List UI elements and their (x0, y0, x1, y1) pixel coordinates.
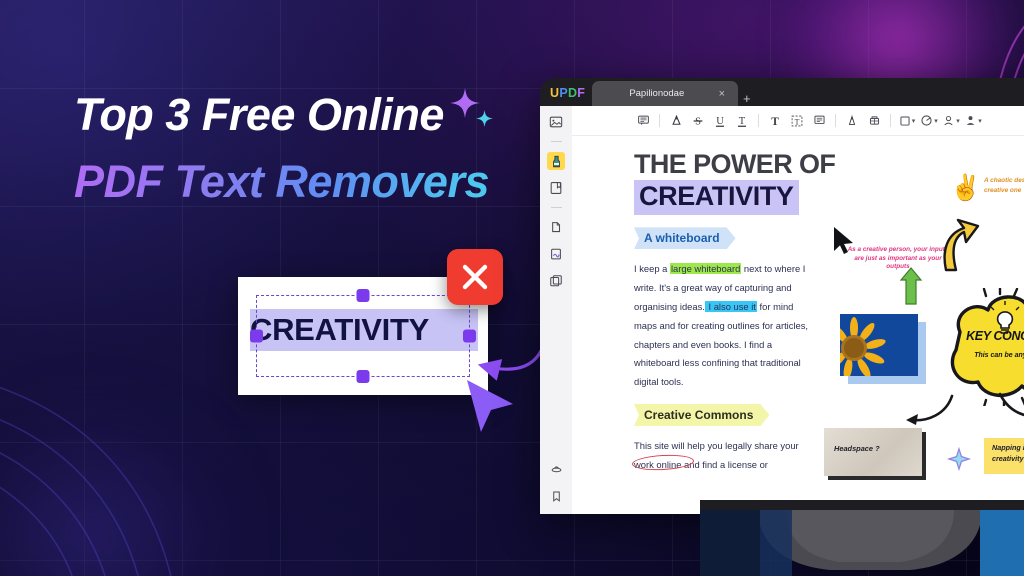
green-arrow-icon (899, 267, 923, 305)
key-concept-label: KEY CONCEPT (966, 329, 1024, 343)
svg-text:S: S (695, 116, 701, 127)
svg-text:T: T (771, 115, 779, 127)
monitor-screen: UPDF Papilionodae × + S U T T T ▾ ▾ ▾ ▾ … (540, 78, 1024, 514)
toolbar-divider-3 (835, 114, 836, 127)
highlighter-icon[interactable] (665, 110, 687, 132)
paragraph-highlight-blue: I also use it (704, 300, 757, 312)
text-callout-icon[interactable] (808, 110, 830, 132)
updf-logo-letter: D (567, 86, 578, 100)
document-paragraph-1: I keep a large whiteboard next to where … (634, 260, 810, 392)
headline-line-2: PDF Text Removers (74, 159, 544, 204)
toolbar-divider-4 (890, 114, 891, 127)
app-titlebar: UPDF Papilionodae × + (540, 78, 1024, 106)
document-title-highlight: CREATIVITY (634, 180, 799, 216)
chevron-down-icon-4[interactable]: ▾ (978, 117, 982, 125)
text-field-icon[interactable]: T (786, 110, 808, 132)
annotation-panel-icon[interactable] (547, 152, 565, 170)
selection-handle-left[interactable] (250, 329, 263, 343)
bookmark-icon[interactable] (547, 487, 565, 505)
sparkle-cyan-icon (476, 110, 493, 127)
rail-divider (550, 141, 562, 142)
toolbar-divider-1 (659, 114, 660, 127)
document-content-area: S U T T T ▾ ▾ ▾ ▾ THE POWER OF CREATIVIT… (572, 106, 1024, 514)
monitor-stand (700, 500, 1024, 576)
paragraph-run: I keep a (634, 263, 670, 275)
stamp-icon[interactable]: ▾ (962, 110, 984, 132)
selection-handle-top[interactable] (356, 289, 370, 302)
tab-label: Papilionodae (629, 88, 685, 99)
black-curved-arrow-2 (998, 392, 1024, 417)
document-title-line-2: CREATIVITY (639, 181, 794, 212)
strikethrough-icon[interactable]: S (687, 110, 709, 132)
attachments-panel-icon[interactable] (547, 218, 565, 236)
whiteboard-banner: A whiteboard (634, 227, 736, 249)
app-body: S U T T T ▾ ▾ ▾ ▾ THE POWER OF CREATIVIT… (540, 106, 1024, 514)
chevron-down-icon-3[interactable]: ▾ (956, 117, 960, 125)
svg-text:U: U (716, 116, 724, 127)
sunflower-image (840, 314, 918, 376)
selection-box[interactable] (250, 289, 476, 383)
selection-handle-bottom[interactable] (356, 370, 370, 383)
chevron-down-icon-2[interactable]: ▾ (934, 117, 938, 125)
orange-handwritten-note: A chaotic design is a creative one (984, 177, 1024, 194)
shapes-icon[interactable]: ▾ (896, 110, 918, 132)
cloud-text-group: KEY CONCEPT This can be anything (950, 329, 1024, 359)
creative-commons-banner: Creative Commons (634, 404, 769, 426)
annotation-toolbar: S U T T T ▾ ▾ ▾ ▾ (572, 106, 1024, 136)
squiggly-underline-icon[interactable]: T (731, 110, 753, 132)
chevron-down-icon[interactable]: ▾ (912, 117, 916, 125)
svg-text:T: T (795, 117, 800, 126)
bookmarks-panel-icon[interactable] (547, 179, 565, 197)
updf-logo: UPDF (540, 80, 588, 106)
document-tab[interactable]: Papilionodae × (592, 81, 738, 106)
mouse-cursor-purple-icon (467, 380, 513, 432)
yellow-arrow-up-icon (943, 218, 980, 272)
peace-hand-icon: ✌️ (950, 174, 982, 202)
document-paragraph-2: This site will help you legally share yo… (631, 437, 810, 475)
thumbnail-panel-icon[interactable] (547, 113, 565, 131)
rail-divider-2 (550, 207, 562, 208)
updf-logo-letter: P (559, 86, 568, 100)
paragraph-run: for mind maps and for creating outlines … (634, 300, 809, 388)
layers-panel-icon[interactable] (547, 272, 565, 290)
svg-text:T: T (739, 116, 746, 127)
sidebar-rail-column (540, 106, 572, 514)
pencil-icon[interactable] (841, 110, 863, 132)
black-curved-arrow-1 (906, 394, 954, 425)
updf-logo-letter: U (550, 86, 560, 100)
updf-logo-letter: F (577, 86, 586, 100)
text-box-icon[interactable]: T (764, 110, 786, 132)
signatures-panel-icon[interactable] (547, 245, 565, 263)
document-title-line-1: THE POWER OF (634, 149, 836, 179)
rail-bottom-group (547, 458, 565, 514)
new-tab-button[interactable]: + (738, 91, 756, 106)
pdf-page[interactable]: THE POWER OF CREATIVITY A whiteboard I k… (572, 136, 1024, 514)
stamp-shape-icon[interactable]: ▾ (918, 110, 940, 132)
headspace-label: Headspace ? (834, 444, 880, 453)
eraser-icon[interactable] (863, 110, 885, 132)
signature-icon[interactable]: ▾ (940, 110, 962, 132)
stamp-panel-icon[interactable] (547, 458, 565, 476)
underline-icon[interactable]: U (709, 110, 731, 132)
sidebar-rail (540, 106, 572, 514)
star-icon (947, 447, 971, 471)
toolbar-divider-2 (758, 114, 759, 127)
paragraph-highlight-green: large whiteboard (669, 263, 742, 275)
sticky-note-icon[interactable] (632, 110, 654, 132)
sticky-note-label: Napping is key to creativity (992, 443, 1024, 463)
tab-close-icon[interactable]: × (714, 88, 730, 100)
document-text-column: THE POWER OF CREATIVITY A whiteboard I k… (631, 149, 836, 475)
key-concept-sublabel: This can be anything (974, 352, 1024, 359)
